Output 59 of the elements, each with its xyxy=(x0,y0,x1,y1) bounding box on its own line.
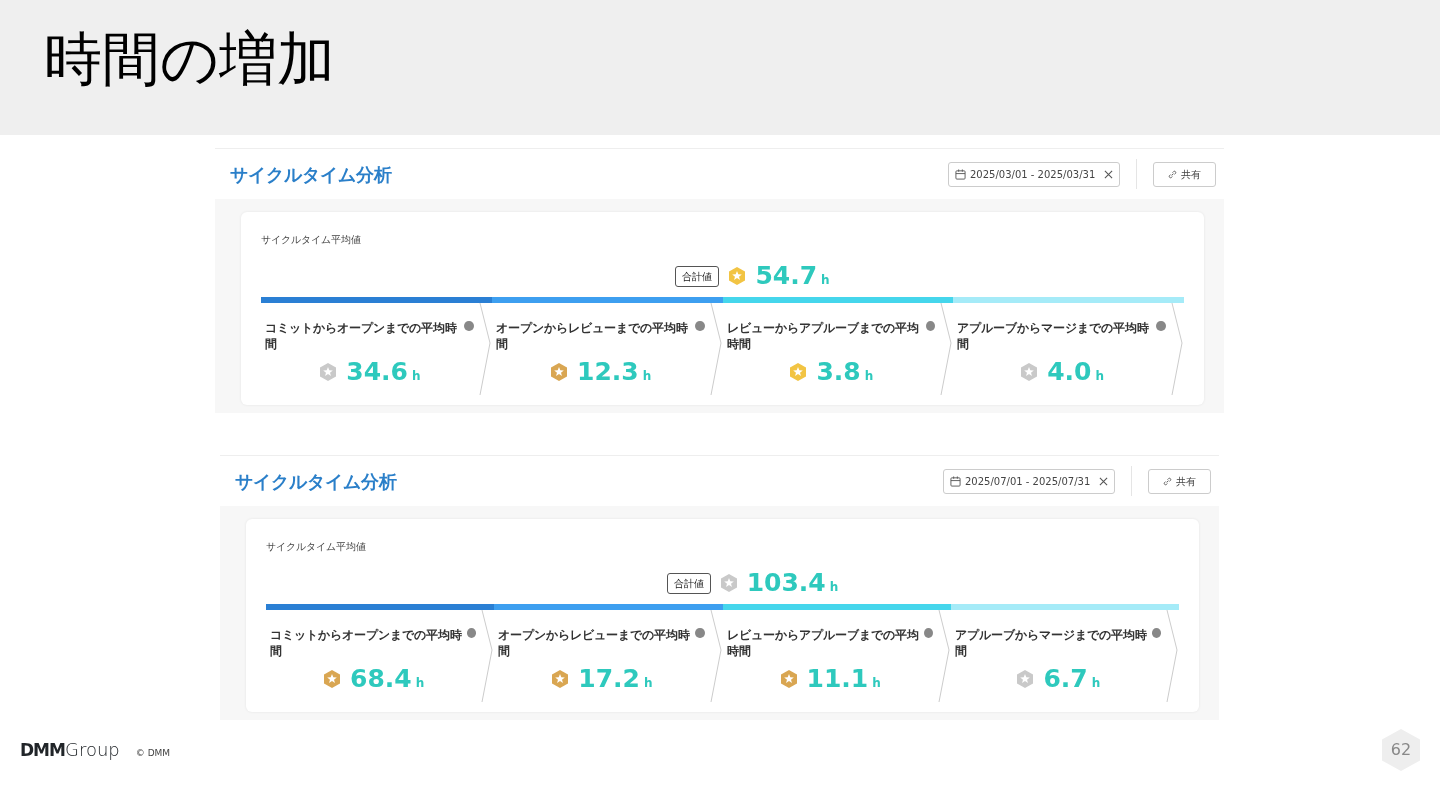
calendar-icon xyxy=(955,168,966,180)
stage-label: レビューからアプルーブまでの平均時間 xyxy=(726,628,920,660)
unit-label: h xyxy=(872,675,881,692)
unit-label: h xyxy=(829,579,839,596)
stage-value: 17.2 xyxy=(578,666,640,691)
help-icon[interactable] xyxy=(694,321,705,331)
unit-label: h xyxy=(415,675,425,692)
link-icon xyxy=(1163,476,1172,486)
stage-label: オープンからレビューまでの平均時間 xyxy=(498,628,692,660)
help-icon[interactable] xyxy=(1156,321,1166,331)
date-range-field[interactable]: 2025/07/01 - 2025/07/31 xyxy=(943,468,1115,494)
stage-value: 6.7 xyxy=(1043,666,1088,691)
stage-label: アプルーブからマージまでの平均時間 xyxy=(954,628,1148,660)
date-range-text: 2025/03/01 - 2025/03/31 xyxy=(970,167,1096,182)
stage-label: オープンからレビューまでの平均時間 xyxy=(495,321,689,353)
stage-label: レビューからアプルーブまでの平均時間 xyxy=(726,321,920,353)
copyright-text: © DMM xyxy=(135,747,171,761)
help-icon[interactable] xyxy=(464,321,474,331)
unit-label: h xyxy=(642,368,652,385)
stage-label: コミットからオープンまでの平均時間 xyxy=(265,321,458,353)
help-icon[interactable] xyxy=(466,628,477,638)
link-icon xyxy=(1168,169,1177,179)
help-icon[interactable] xyxy=(923,628,933,638)
unit-label: h xyxy=(1091,675,1101,692)
unit-label: h xyxy=(411,368,421,385)
total-value: 103.4 xyxy=(746,570,826,595)
page-number: 62 xyxy=(1382,729,1420,771)
slide-title: 時間の増加 xyxy=(44,28,335,92)
stage-label: アプルーブからマージまでの平均時間 xyxy=(957,321,1151,353)
close-icon[interactable] xyxy=(1099,476,1108,486)
stage-value: 68.4 xyxy=(350,666,412,691)
panel-title: サイクルタイム分析 xyxy=(230,162,392,187)
unit-label: h xyxy=(643,675,653,692)
stage-value: 4.0 xyxy=(1047,359,1092,384)
help-icon[interactable] xyxy=(695,628,705,638)
date-range-text: 2025/07/01 - 2025/07/31 xyxy=(965,474,1091,489)
logo-text: Group xyxy=(64,738,120,763)
help-icon[interactable] xyxy=(926,321,936,331)
help-icon[interactable] xyxy=(1151,628,1161,638)
share-button[interactable]: 共有 xyxy=(1153,161,1216,187)
calendar-icon xyxy=(950,475,961,487)
total-label: 合計値 xyxy=(666,572,711,594)
close-icon[interactable] xyxy=(1104,169,1113,179)
stage-label: コミットからオープンまでの平均時間 xyxy=(270,628,463,660)
unit-label: h xyxy=(864,368,874,385)
stage-value: 12.3 xyxy=(577,359,639,384)
card-title: サイクルタイム平均値 xyxy=(261,233,362,247)
stage-value: 11.1 xyxy=(806,666,869,691)
logo-mark: DMM xyxy=(20,739,65,763)
card-title: サイクルタイム平均値 xyxy=(266,540,367,554)
total-label: 合計値 xyxy=(675,265,720,287)
unit-label: h xyxy=(821,272,830,289)
share-button[interactable]: 共有 xyxy=(1148,468,1211,494)
panel-title: サイクルタイム分析 xyxy=(235,469,397,494)
stage-value: 34.6 xyxy=(346,359,408,384)
date-range-field[interactable]: 2025/03/01 - 2025/03/31 xyxy=(948,161,1120,187)
stage-value: 3.8 xyxy=(816,359,861,384)
unit-label: h xyxy=(1095,368,1105,385)
total-value: 54.7 xyxy=(755,263,818,288)
